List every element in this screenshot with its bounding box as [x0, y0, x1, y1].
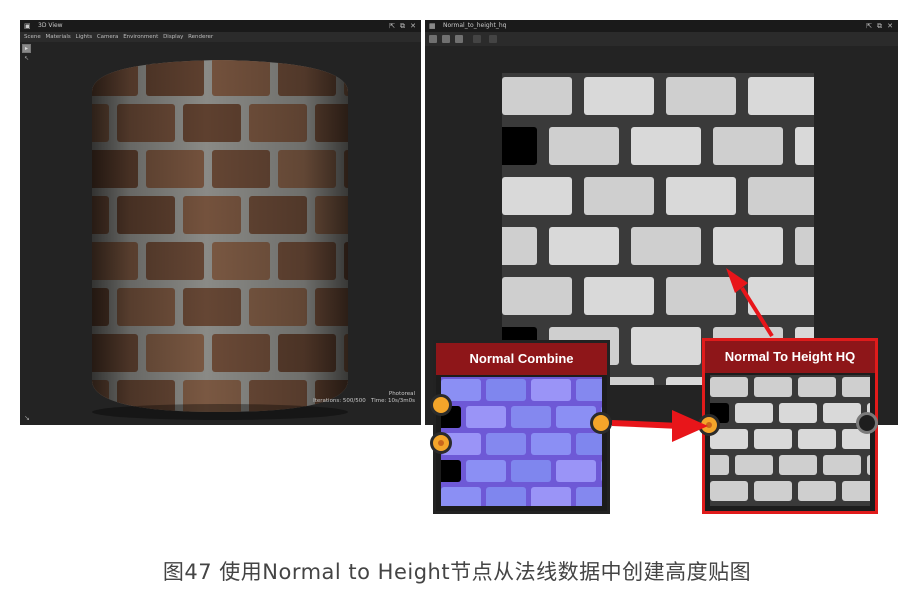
figure-caption: 图47 使用Normal to Height节点从法线数据中创建高度贴图: [162, 560, 752, 584]
connection-arrowhead: [672, 410, 708, 442]
pointer-arrow-line: [740, 286, 774, 338]
connection-wire: [611, 420, 681, 429]
connection-overlay: [611, 268, 774, 442]
